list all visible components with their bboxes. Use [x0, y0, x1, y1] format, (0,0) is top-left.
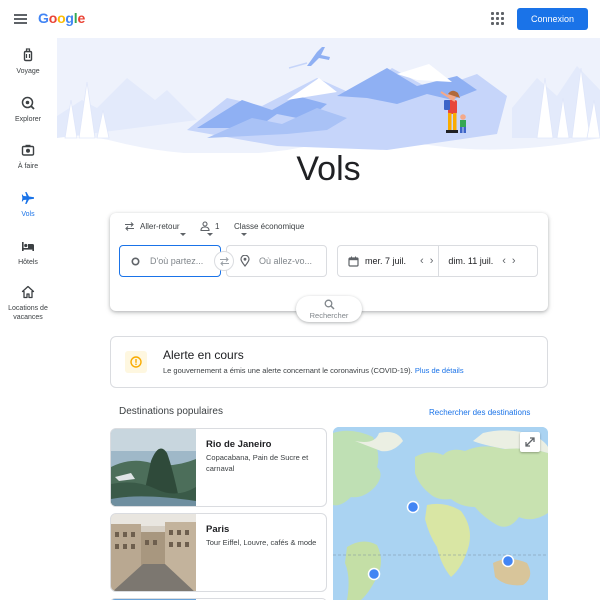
nav-label: Explorer	[14, 116, 42, 123]
nav-label: Locations de vacances	[8, 305, 48, 321]
page-title: Vols	[296, 150, 361, 188]
next-date-icon[interactable]: ›	[512, 255, 516, 267]
chevron-down-icon	[241, 233, 247, 236]
origin-circle-icon	[131, 256, 140, 266]
prev-date-icon[interactable]: ‹	[502, 255, 506, 267]
alert-icon	[125, 351, 147, 373]
destination-name: Rio de Janeiro	[206, 439, 272, 450]
logo-letter: g	[65, 10, 74, 26]
return-date[interactable]: dim. 11 juil.	[448, 256, 493, 266]
google-logo[interactable]: Google	[38, 10, 85, 26]
swap-locations-button[interactable]	[214, 251, 234, 271]
mountains-illustration	[57, 38, 600, 153]
nav-label: Hôtels	[18, 259, 38, 266]
logo-letter: o	[48, 10, 58, 26]
next-date-icon[interactable]: ›	[430, 255, 434, 267]
apps-grid-icon[interactable]	[491, 12, 505, 26]
passengers-count: 1	[215, 221, 220, 231]
search-label: Rechercher	[309, 310, 349, 320]
depart-date[interactable]: mer. 7 juil.	[365, 256, 406, 266]
explore-destinations-link[interactable]: Rechercher des destinations	[429, 408, 530, 417]
hero-illustration	[57, 38, 600, 153]
signin-button[interactable]: Connexion	[517, 8, 588, 30]
alert-text: Le gouvernement a émis une alerte concer…	[163, 366, 464, 375]
map-marker-paris	[406, 500, 420, 514]
app-header: Google Connexion	[0, 0, 600, 38]
destination-description: Copacabana, Pain de Sucre et carnaval	[206, 453, 309, 473]
luggage-icon	[23, 48, 33, 62]
nav-item-explorer[interactable]: Explorer	[0, 96, 56, 124]
chevron-down-icon	[207, 233, 213, 236]
alert-details-link[interactable]: Plus de détails	[415, 366, 464, 375]
origin-placeholder: D'où partez...	[150, 256, 204, 266]
trip-type-label: Aller-retour	[140, 221, 180, 231]
world-map	[333, 427, 548, 600]
person-icon	[200, 221, 210, 231]
prev-date-icon[interactable]: ‹	[420, 255, 424, 267]
nav-label: Voyage	[16, 68, 40, 75]
flight-icon	[21, 192, 34, 204]
covid-alert-banner: Alerte en cours Le gouvernement a émis u…	[110, 336, 548, 388]
paris-photo	[111, 514, 196, 591]
cabin-class-select[interactable]: Classe économique	[234, 219, 304, 233]
destination-description: Tour Eiffel, Louvre, cafés & mode	[206, 538, 317, 547]
search-button[interactable]: Rechercher	[296, 296, 362, 322]
nav-item-voyage[interactable]: Voyage	[0, 48, 56, 76]
alert-message: Le gouvernement a émis une alerte concer…	[163, 366, 413, 375]
trip-type-select[interactable]: Aller-retour	[124, 219, 180, 233]
destination-card-rio[interactable]: Rio de Janeiro Copacabana, Pain de Sucre…	[110, 428, 327, 507]
rio-photo	[111, 429, 196, 506]
cabin-class-label: Classe économique	[234, 221, 305, 231]
destinations-heading: Destinations populaires	[119, 406, 223, 417]
swap-arrows-icon	[125, 221, 134, 231]
calendar-icon	[348, 256, 359, 267]
nav-label: Vols	[21, 211, 35, 218]
expand-map-button[interactable]	[520, 432, 540, 452]
alert-title: Alerte en cours	[163, 348, 244, 362]
destination-field[interactable]: Où allez-vo...	[226, 245, 327, 277]
nav-item-locations[interactable]: Locations de vacances	[0, 285, 56, 322]
passengers-select[interactable]: 1	[200, 219, 219, 233]
nav-item-vols[interactable]: Vols	[0, 191, 56, 219]
main-menu-icon[interactable]	[12, 9, 32, 29]
chevron-down-icon	[180, 233, 186, 236]
logo-letter: G	[38, 10, 49, 26]
explore-icon	[21, 96, 35, 110]
destination-name: Paris	[206, 524, 230, 535]
destination-card-paris[interactable]: Paris Tour Eiffel, Louvre, cafés & mode	[110, 513, 327, 592]
dates-field[interactable]: mer. 7 juil. ‹ › dim. 11 juil. ‹ ›	[337, 245, 538, 277]
map-marker-rio	[367, 567, 381, 581]
destination-placeholder: Où allez-vo...	[259, 256, 313, 266]
map-marker-asia	[501, 554, 515, 568]
hotel-icon	[22, 242, 34, 251]
logo-letter: e	[77, 10, 86, 26]
destinations-map[interactable]	[333, 427, 548, 600]
location-pin-icon	[240, 255, 250, 267]
date-divider	[438, 246, 440, 276]
swap-icon	[219, 256, 229, 266]
search-icon	[324, 299, 335, 310]
home-icon	[21, 285, 35, 299]
fullscreen-icon	[525, 437, 535, 447]
nav-item-hotels[interactable]: Hôtels	[0, 239, 56, 267]
origin-field[interactable]: D'où partez...	[119, 245, 221, 277]
